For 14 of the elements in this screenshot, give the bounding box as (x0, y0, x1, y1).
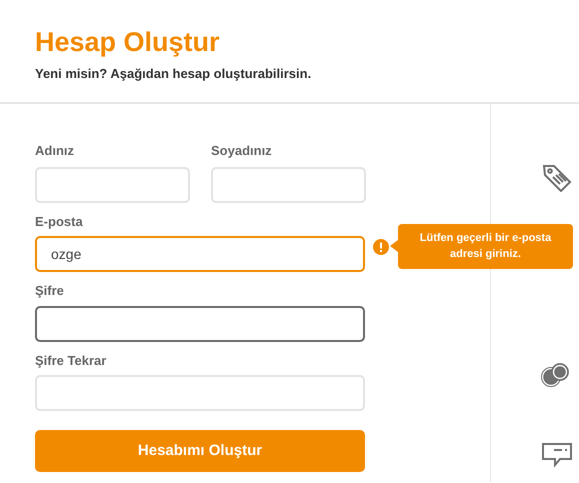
input-field[interactable]: ozge (35, 236, 365, 272)
tag-icon[interactable] (541, 164, 573, 192)
field-label: Adınız (35, 142, 75, 160)
field-label: Şifre Tekrar (35, 352, 108, 370)
field-label: E-posta (35, 212, 84, 231)
page-title: Hesap Oluştur (35, 27, 220, 57)
chat-icon[interactable] (541, 442, 573, 470)
error-tooltip: Lütfen geçerli bir e-posta adresi giriniz. (398, 224, 573, 268)
field-label: Soyadınız (211, 142, 273, 160)
input-field[interactable] (35, 306, 365, 342)
field-label: Şifre (35, 282, 65, 300)
page-subtitle: Yeni misin? Aşağıdan hesap oluşturabilirsin. (35, 65, 312, 83)
coins-icon[interactable] (541, 362, 571, 388)
warning-icon (373, 238, 389, 254)
